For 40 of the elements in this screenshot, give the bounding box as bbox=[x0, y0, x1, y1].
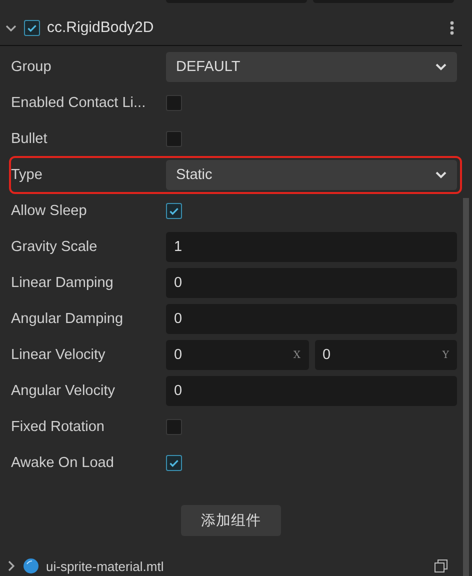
component-title: ui-sprite-material.mtl bbox=[46, 558, 165, 574]
property-label: Linear Damping bbox=[11, 275, 114, 291]
axis-label: X bbox=[293, 350, 300, 360]
more-icon[interactable] bbox=[450, 20, 454, 34]
number-field[interactable]: 0 bbox=[166, 304, 457, 334]
dropdown[interactable]: DEFAULT bbox=[166, 52, 457, 82]
property-label: Allow Sleep bbox=[11, 203, 88, 219]
number-field[interactable]: 0 X bbox=[166, 340, 308, 370]
property-label: Gravity Scale bbox=[11, 239, 98, 255]
checkbox[interactable] bbox=[166, 95, 182, 111]
dropdown[interactable]: Static bbox=[166, 160, 457, 190]
property-label: Type bbox=[11, 167, 44, 183]
chevron-right-icon[interactable] bbox=[6, 560, 16, 572]
property-label: Angular Velocity bbox=[11, 383, 116, 399]
scrollbar-thumb[interactable] bbox=[463, 198, 469, 576]
checkbox[interactable] bbox=[24, 20, 40, 36]
property-label: Angular Damping bbox=[11, 311, 124, 327]
sphere-icon bbox=[23, 558, 39, 574]
component-title: cc.RigidBody2D bbox=[47, 19, 155, 36]
add-component-button[interactable]: 添加组件 bbox=[181, 505, 281, 536]
checkbox[interactable] bbox=[166, 203, 182, 219]
checkbox[interactable] bbox=[166, 419, 182, 435]
checkbox[interactable] bbox=[166, 131, 182, 147]
number-field[interactable]: 0 bbox=[166, 376, 457, 406]
chevron-down-icon bbox=[435, 63, 447, 71]
property-label: Fixed Rotation bbox=[11, 419, 106, 435]
checkmark-icon bbox=[168, 457, 180, 469]
checkmark-icon bbox=[168, 205, 180, 217]
property-label: Awake On Load bbox=[11, 455, 115, 471]
copy-icon[interactable] bbox=[434, 559, 448, 573]
property-label: Bullet bbox=[11, 131, 48, 147]
number-field[interactable]: 0 Y bbox=[314, 340, 457, 370]
number-field[interactable]: 1 bbox=[166, 232, 457, 262]
axis-label: Y bbox=[442, 350, 449, 360]
number-field[interactable]: 0 bbox=[166, 268, 457, 298]
checkbox[interactable] bbox=[166, 455, 182, 471]
property-label: Enabled Contact Li... bbox=[11, 95, 147, 111]
property-label: Linear Velocity bbox=[11, 347, 106, 363]
property-label: Group bbox=[11, 59, 52, 75]
chevron-down-icon bbox=[435, 171, 447, 179]
